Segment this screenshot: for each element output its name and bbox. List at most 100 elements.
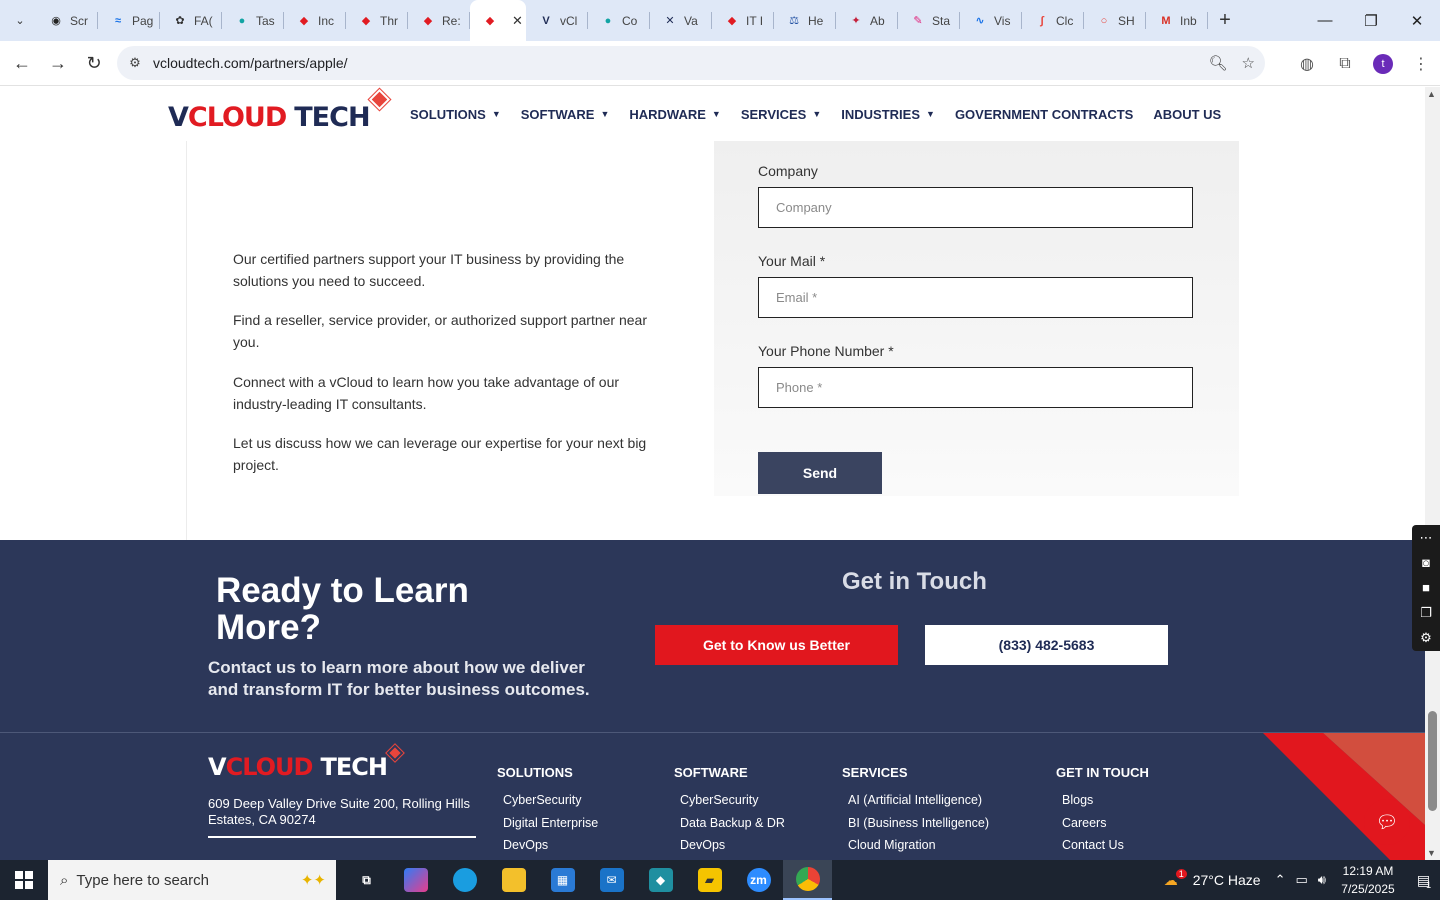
browser-tab[interactable]: ✕ Va	[650, 0, 712, 41]
footer-link[interactable]: BI (Business Intelligence)	[848, 812, 989, 835]
browser-tab[interactable]: ◆ ✕	[470, 0, 526, 41]
file-explorer-icon[interactable]	[489, 860, 538, 900]
nav-item-software[interactable]: SOFTWARE ▼	[521, 107, 610, 122]
site-info-icon[interactable]: ⚙	[117, 55, 153, 71]
window-capture-icon[interactable]: ❐	[1420, 605, 1432, 621]
settings-gear-icon[interactable]: ⚙	[1420, 630, 1432, 646]
browser-tab[interactable]: ○ SH	[1084, 0, 1146, 41]
browser-tab[interactable]: ✿ FA(	[160, 0, 222, 41]
footer-link[interactable]: CyberSecurity	[503, 789, 598, 812]
tab-title: Scr	[70, 13, 88, 28]
forward-arrow-icon[interactable]: →	[40, 45, 76, 81]
mail-icon[interactable]: ✉	[587, 860, 636, 900]
tab-search-chevron-icon[interactable]: ⌄	[4, 7, 36, 35]
browser-tab[interactable]: M Inb	[1146, 0, 1208, 41]
footer-link[interactable]: AI (Artificial Intelligence)	[848, 789, 989, 812]
zoom-app-icon[interactable]: zm	[734, 860, 783, 900]
logo-diamond-icon	[367, 87, 392, 112]
footer-link[interactable]: CyberSecurity	[680, 789, 785, 812]
logo-diamond-icon	[385, 743, 405, 763]
caret-down-icon: ▼	[711, 109, 721, 119]
company-input[interactable]: Company	[758, 187, 1193, 228]
new-tab-plus-icon[interactable]: +	[1210, 6, 1240, 36]
app-cube-icon[interactable]: ◆	[636, 860, 685, 900]
close-tab-icon[interactable]: ✕	[512, 13, 523, 29]
extensions-puzzle-icon[interactable]: ⧉	[1326, 46, 1364, 82]
vcloud-tech-logo[interactable]: VCLOUD TECH	[168, 87, 392, 131]
nav-item-industries[interactable]: INDUSTRIES ▼	[841, 107, 935, 122]
browser-tab[interactable]: ∫ Clc	[1022, 0, 1084, 41]
browser-tab[interactable]: ◆ IT I	[712, 0, 774, 41]
camera-icon[interactable]: ◙	[1422, 555, 1430, 570]
footer-link[interactable]: DevOps	[503, 834, 598, 857]
footer-link[interactable]: Contact Us	[1062, 834, 1149, 857]
tab-title: Vis	[994, 13, 1011, 28]
browser-tab[interactable]: ● Tas	[222, 0, 284, 41]
browser-tab[interactable]: ∿ Vis	[960, 0, 1022, 41]
browser-tab[interactable]: ◆ Re:	[408, 0, 470, 41]
menu-kebab-icon[interactable]: ⋮	[1402, 46, 1440, 82]
browser-tab[interactable]: ✦ Ab	[836, 0, 898, 41]
nav-item-services[interactable]: SERVICES ▼	[741, 107, 821, 122]
scroll-down-arrow-icon[interactable]: ▼	[1427, 848, 1436, 858]
reload-icon[interactable]: ↻	[76, 45, 112, 81]
address-bar[interactable]: ⚙ vcloudtech.com/partners/apple/ 🔍︎ ☆	[117, 46, 1265, 80]
restore-icon[interactable]: ❐	[1348, 0, 1394, 41]
footer-link[interactable]: Data Backup & DR	[680, 812, 785, 835]
footer-link[interactable]: DevOps	[680, 834, 785, 857]
taskbar-clock[interactable]: 12:19 AM 7/25/2025	[1338, 862, 1398, 898]
close-window-icon[interactable]: ✕	[1394, 0, 1440, 41]
nav-item-hardware[interactable]: HARDWARE ▼	[629, 107, 720, 122]
page-scrollbar[interactable]: ▲ ▼	[1425, 87, 1440, 860]
copilot-icon[interactable]	[391, 860, 440, 900]
more-options-icon[interactable]: ⋯	[1420, 530, 1433, 546]
footer-link[interactable]: Careers	[1062, 812, 1149, 835]
footer-logo[interactable]: VCLOUD TECH	[208, 743, 405, 779]
cta-band: Ready to Learn More? Contact us to learn…	[0, 540, 1425, 732]
zoom-icon[interactable]: 🔍︎	[1209, 54, 1228, 72]
task-view-icon[interactable]: ⧉	[342, 860, 391, 900]
scrollbar-thumb[interactable]	[1428, 711, 1437, 811]
bookmark-star-icon[interactable]: ☆	[1242, 54, 1255, 72]
profile-avatar[interactable]: t	[1364, 46, 1402, 82]
network-icon[interactable]: ▭	[1296, 872, 1308, 888]
browser-tab[interactable]: ✎ Sta	[898, 0, 960, 41]
nav-item-about-us[interactable]: ABOUT US	[1153, 107, 1221, 122]
nav-item-label: HARDWARE	[629, 106, 706, 122]
browser-tab[interactable]: ◆ Inc	[284, 0, 346, 41]
browser-tab[interactable]: ≈ Pag	[98, 0, 160, 41]
taskbar-search-box[interactable]: ⌕ Type here to search ✦✦	[48, 860, 336, 900]
nav-item-government-contracts[interactable]: GOVERNMENT CONTRACTS	[955, 107, 1133, 122]
browser-tab[interactable]: ◉ Scr	[36, 0, 98, 41]
footer-link[interactable]: Blogs	[1062, 789, 1149, 812]
video-camera-icon[interactable]: ■	[1422, 580, 1430, 595]
windows-start-icon[interactable]	[0, 860, 48, 900]
back-arrow-icon[interactable]: ←	[4, 45, 40, 81]
minimize-icon[interactable]: —	[1302, 0, 1348, 41]
browser-tab[interactable]: ● Co	[588, 0, 650, 41]
edge-browser-icon[interactable]	[440, 860, 489, 900]
show-hidden-icons-chevron-icon[interactable]: ⌃	[1275, 872, 1286, 888]
nav-item-solutions[interactable]: SOLUTIONS ▼	[410, 107, 501, 122]
scroll-up-arrow-icon[interactable]: ▲	[1427, 89, 1436, 99]
phone-input[interactable]: Phone *	[758, 367, 1193, 408]
get-to-know-us-button[interactable]: Get to Know us Better	[655, 625, 898, 665]
chrome-icon[interactable]	[783, 860, 832, 900]
browser-tab[interactable]: ◆ Thr	[346, 0, 408, 41]
volume-icon[interactable]: 🔊︎	[1318, 872, 1326, 888]
footer-link[interactable]: Digital Enterprise	[503, 812, 598, 835]
weather-widget[interactable]: ☁ 1 27°C Haze	[1164, 869, 1261, 889]
email-input[interactable]: Email *	[758, 277, 1193, 318]
notification-center-icon[interactable]: ▤ 1	[1408, 860, 1440, 900]
browser-tab[interactable]: VvCl	[526, 0, 588, 41]
chat-bubble-icon[interactable]: 💬︎	[1364, 799, 1410, 845]
toolbar-right: ◍ ⧉ t ⋮	[1288, 41, 1440, 86]
send-button[interactable]: Send	[758, 452, 882, 494]
url-text[interactable]: vcloudtech.com/partners/apple/	[153, 55, 348, 71]
footer-link[interactable]: Cloud Migration	[848, 834, 989, 857]
phone-number-button[interactable]: (833) 482-5683	[925, 625, 1168, 665]
browser-tab[interactable]: ⚖ He	[774, 0, 836, 41]
translate-globe-icon[interactable]: ◍	[1288, 46, 1326, 82]
sticky-notes-icon[interactable]: ▰	[685, 860, 734, 900]
microsoft-store-icon[interactable]: ▦	[538, 860, 587, 900]
